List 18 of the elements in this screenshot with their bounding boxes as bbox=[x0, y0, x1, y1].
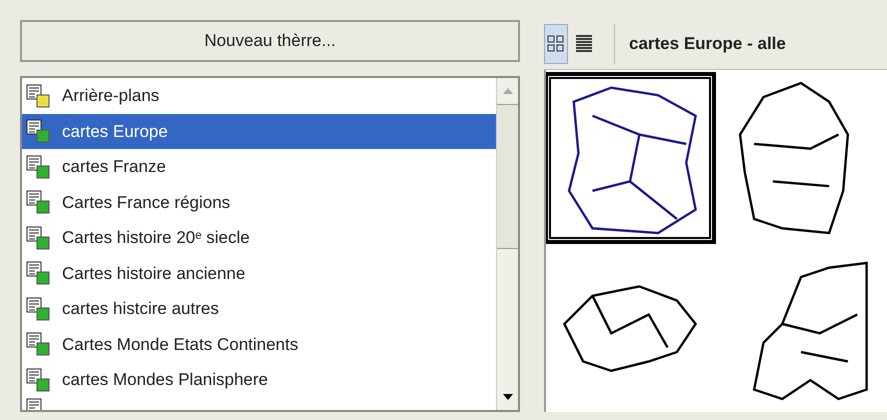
theme-list-item[interactable]: cartes histcire autres bbox=[22, 291, 496, 326]
gallery-title: cartes Europe - alle bbox=[629, 32, 786, 55]
theme-list-item[interactable]: cartes Mondes Planisphere bbox=[22, 362, 496, 398]
grid-icon bbox=[547, 34, 565, 52]
theme-list-item[interactable]: Cartes Monde Etats Continents bbox=[22, 326, 496, 362]
scrollbar-thumb[interactable] bbox=[497, 104, 518, 249]
list-icon bbox=[575, 34, 593, 54]
new-theme-button[interactable]: Nouveau thèrre... bbox=[20, 20, 520, 62]
theme-list-item[interactable]: Cartes histoire ancienne bbox=[22, 256, 496, 291]
theme-list-item[interactable]: cartes Franze bbox=[22, 149, 496, 184]
scroll-down-icon[interactable] bbox=[502, 394, 512, 400]
grid-view-button[interactable] bbox=[544, 24, 568, 64]
theme-list-item[interactable]: Cartes France régions bbox=[22, 184, 496, 220]
theme-list-item[interactable]: Arrière-plans bbox=[22, 78, 496, 114]
scrollbar[interactable] bbox=[496, 78, 518, 410]
theme-folder-icon bbox=[26, 398, 42, 410]
theme-list-item[interactable]: cartes Europe bbox=[22, 114, 496, 149]
theme-list-item[interactable]: Cartes histoire 20ᵉ siecle bbox=[22, 220, 496, 256]
